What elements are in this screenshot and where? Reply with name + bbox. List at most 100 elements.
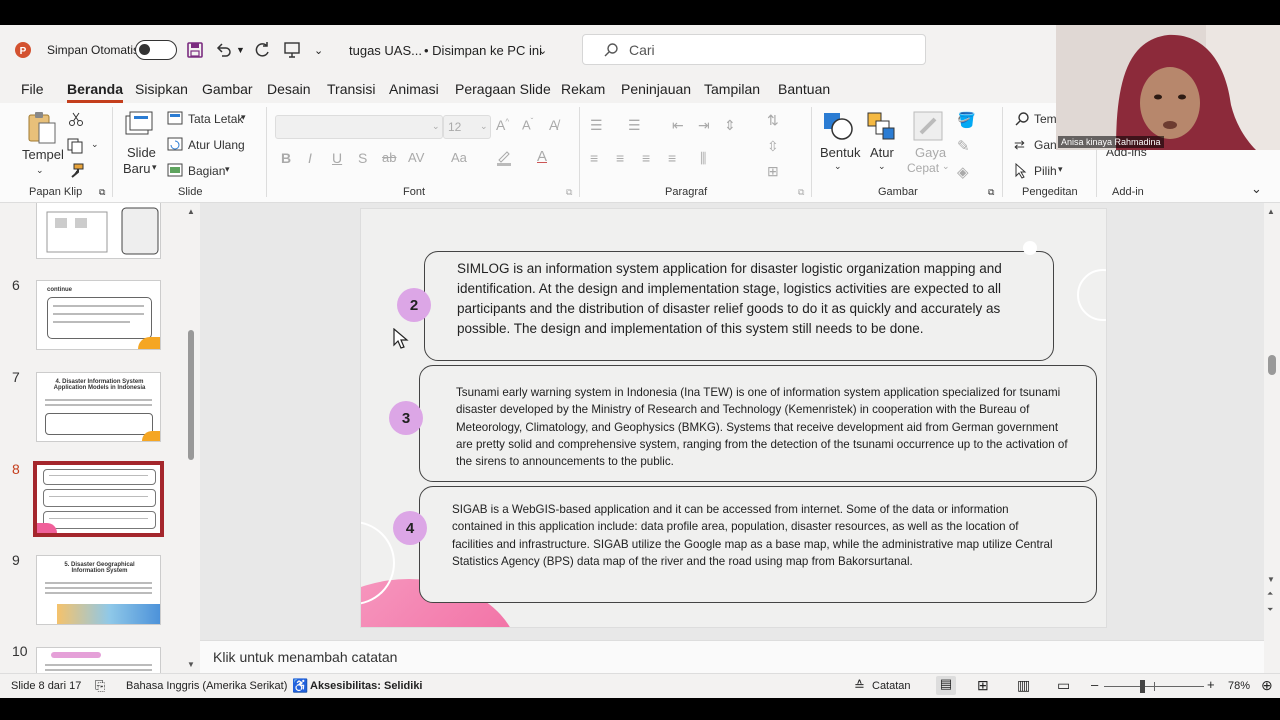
font-name-dropdown-icon[interactable]: ⌄ (432, 121, 440, 132)
slide-canvas[interactable]: SIMLOG is an information system applicat… (360, 208, 1107, 628)
justify-icon[interactable]: ≡ (668, 150, 676, 166)
clear-format-icon[interactable]: A̸ (549, 117, 558, 133)
arrange-icon[interactable] (866, 111, 896, 144)
shrink-font-icon[interactable]: Aˇ (522, 117, 533, 132)
undo-dropdown-icon[interactable]: ▼ (236, 25, 245, 75)
text-card-4[interactable]: SIGAB is a WebGIS-based application and … (419, 486, 1097, 603)
grow-font-icon[interactable]: A^ (496, 117, 509, 133)
scroll-down-icon[interactable]: ▼ (1267, 575, 1275, 584)
bold-icon[interactable]: B (281, 150, 291, 166)
paste-icon[interactable] (26, 111, 58, 148)
italic-icon[interactable]: I (308, 150, 312, 166)
text-card-2[interactable]: SIMLOG is an information system applicat… (424, 251, 1054, 361)
slide-sorter-icon[interactable]: ⊞ (977, 677, 989, 694)
drawing-launcher-icon[interactable]: ⧉ (988, 187, 994, 198)
autosave-toggle[interactable] (135, 25, 177, 75)
customize-toolbar-icon[interactable]: ⌄ (314, 25, 323, 75)
select-dropdown-icon[interactable]: ▾ (1058, 164, 1063, 175)
replace-label[interactable]: Gan (1034, 138, 1057, 152)
align-text-icon[interactable]: ⇳ (767, 138, 779, 155)
copy-icon[interactable] (67, 138, 85, 157)
scroll-down-icon[interactable]: ▼ (187, 660, 195, 669)
section-label[interactable]: Bagian (188, 164, 225, 178)
underline-icon[interactable]: U (332, 150, 342, 166)
notes-toggle[interactable]: Catatan (872, 680, 911, 692)
paste-label[interactable]: Tempel (22, 147, 64, 162)
previous-slide-icon[interactable]: ⏶ (1267, 589, 1273, 599)
columns-icon[interactable]: ⫼ (700, 150, 706, 167)
tab-rekam[interactable]: Rekam (561, 81, 605, 97)
tab-gambar[interactable]: Gambar (202, 81, 253, 97)
change-case-icon[interactable]: Aa (451, 150, 467, 165)
font-size-dropdown-icon[interactable]: ⌄ (480, 121, 488, 132)
search-input[interactable]: Cari (582, 34, 926, 65)
shape-fill-icon[interactable]: 🪣 (957, 111, 976, 129)
redo-icon[interactable] (253, 25, 271, 75)
tab-peragaan-slide[interactable]: Peragaan Slide (455, 81, 551, 97)
reset-icon[interactable] (167, 137, 183, 154)
clipboard-launcher-icon[interactable]: ⧉ (99, 187, 105, 198)
find-icon[interactable] (1014, 111, 1030, 130)
slide-thumbnail-7[interactable]: 4. Disaster Information System Applicati… (36, 372, 161, 442)
layout-label[interactable]: Tata Letak (188, 112, 243, 126)
accessibility-status[interactable]: Aksesibilitas: Selidiki (310, 680, 423, 692)
collapse-ribbon-icon[interactable]: ⌄ (1251, 181, 1262, 197)
zoom-slider-thumb[interactable] (1139, 680, 1145, 693)
copy-dropdown-icon[interactable]: ⌄ (91, 139, 99, 150)
quick-styles-label-1[interactable]: Gaya (915, 145, 946, 160)
replace-icon[interactable]: ⇄ (1014, 137, 1025, 153)
tab-bantuan[interactable]: Bantuan (778, 81, 830, 97)
notes-pane[interactable]: Klik untuk menambah catatan (200, 640, 1264, 673)
tab-beranda[interactable]: Beranda (67, 81, 124, 103)
increase-indent-icon[interactable]: ⇥ (698, 117, 710, 134)
smartart-icon[interactable]: ⊞ (767, 163, 779, 180)
slide-thumbnail-6[interactable]: continue (36, 280, 161, 350)
save-status-chevron-icon[interactable]: ⌄ (538, 25, 547, 75)
scroll-up-icon[interactable]: ▲ (1267, 207, 1275, 216)
tab-transisi[interactable]: Transisi (327, 81, 376, 97)
line-spacing-icon[interactable]: ⇕ (724, 117, 736, 134)
undo-icon[interactable] (215, 25, 233, 75)
char-spacing-icon[interactable]: AV (408, 150, 424, 165)
shape-outline-icon[interactable]: ✎ (957, 137, 970, 155)
align-left-icon[interactable]: ≡ (590, 150, 598, 166)
font-name-field[interactable] (275, 115, 443, 139)
shadow-icon[interactable]: S (358, 150, 367, 166)
text-card-3[interactable]: Tsunami early warning system in Indonesi… (419, 365, 1097, 482)
editor-scrollbar[interactable]: ▲ ▼ ⏶ ⏷ (1264, 203, 1280, 673)
layout-dropdown-icon[interactable]: ▾ (241, 112, 246, 123)
format-painter-icon[interactable] (68, 163, 84, 182)
scrollbar-thumb[interactable] (188, 330, 194, 460)
zoom-slider[interactable] (1104, 680, 1204, 693)
scroll-up-icon[interactable]: ▲ (187, 207, 195, 216)
slide-thumbnail-8-selected[interactable] (33, 461, 164, 537)
highlight-icon[interactable] (495, 148, 513, 169)
shape-effects-icon[interactable]: ◈ (957, 163, 969, 181)
language-indicator[interactable]: Bahasa Inggris (Amerika Serikat) (126, 680, 287, 692)
shapes-dropdown-icon[interactable]: ⌄ (834, 161, 842, 172)
new-slide-label-1[interactable]: Slide (127, 145, 156, 160)
tab-file[interactable]: File (21, 81, 44, 97)
align-right-icon[interactable]: ≡ (642, 150, 650, 166)
accessibility-icon[interactable]: ♿ (292, 678, 308, 694)
quick-styles-label-2[interactable]: Cepat (907, 161, 939, 175)
new-slide-icon[interactable] (124, 111, 154, 142)
arrange-dropdown-icon[interactable]: ⌄ (878, 161, 886, 172)
zoom-in-icon[interactable]: + (1207, 677, 1215, 692)
shapes-icon[interactable] (822, 111, 854, 144)
font-color-icon[interactable]: A (537, 148, 547, 165)
scrollbar-thumb[interactable] (1268, 355, 1276, 375)
tab-desain[interactable]: Desain (267, 81, 311, 97)
new-slide-dropdown-icon[interactable]: ▾ (152, 162, 157, 173)
bullets-icon[interactable]: ☰ (590, 117, 603, 134)
normal-view-icon[interactable]: ▤ (936, 676, 956, 695)
section-dropdown-icon[interactable]: ▾ (225, 164, 230, 175)
tab-tampilan[interactable]: Tampilan (704, 81, 760, 97)
paragraph-launcher-icon[interactable]: ⧉ (798, 187, 804, 198)
layout-icon[interactable] (167, 111, 183, 128)
save-icon[interactable] (186, 25, 204, 75)
section-icon[interactable] (167, 163, 183, 180)
zoom-level[interactable]: 78% (1228, 680, 1250, 692)
strikethrough-icon[interactable]: ab (382, 150, 396, 165)
save-status[interactable]: • Disimpan ke PC ini (424, 25, 542, 75)
